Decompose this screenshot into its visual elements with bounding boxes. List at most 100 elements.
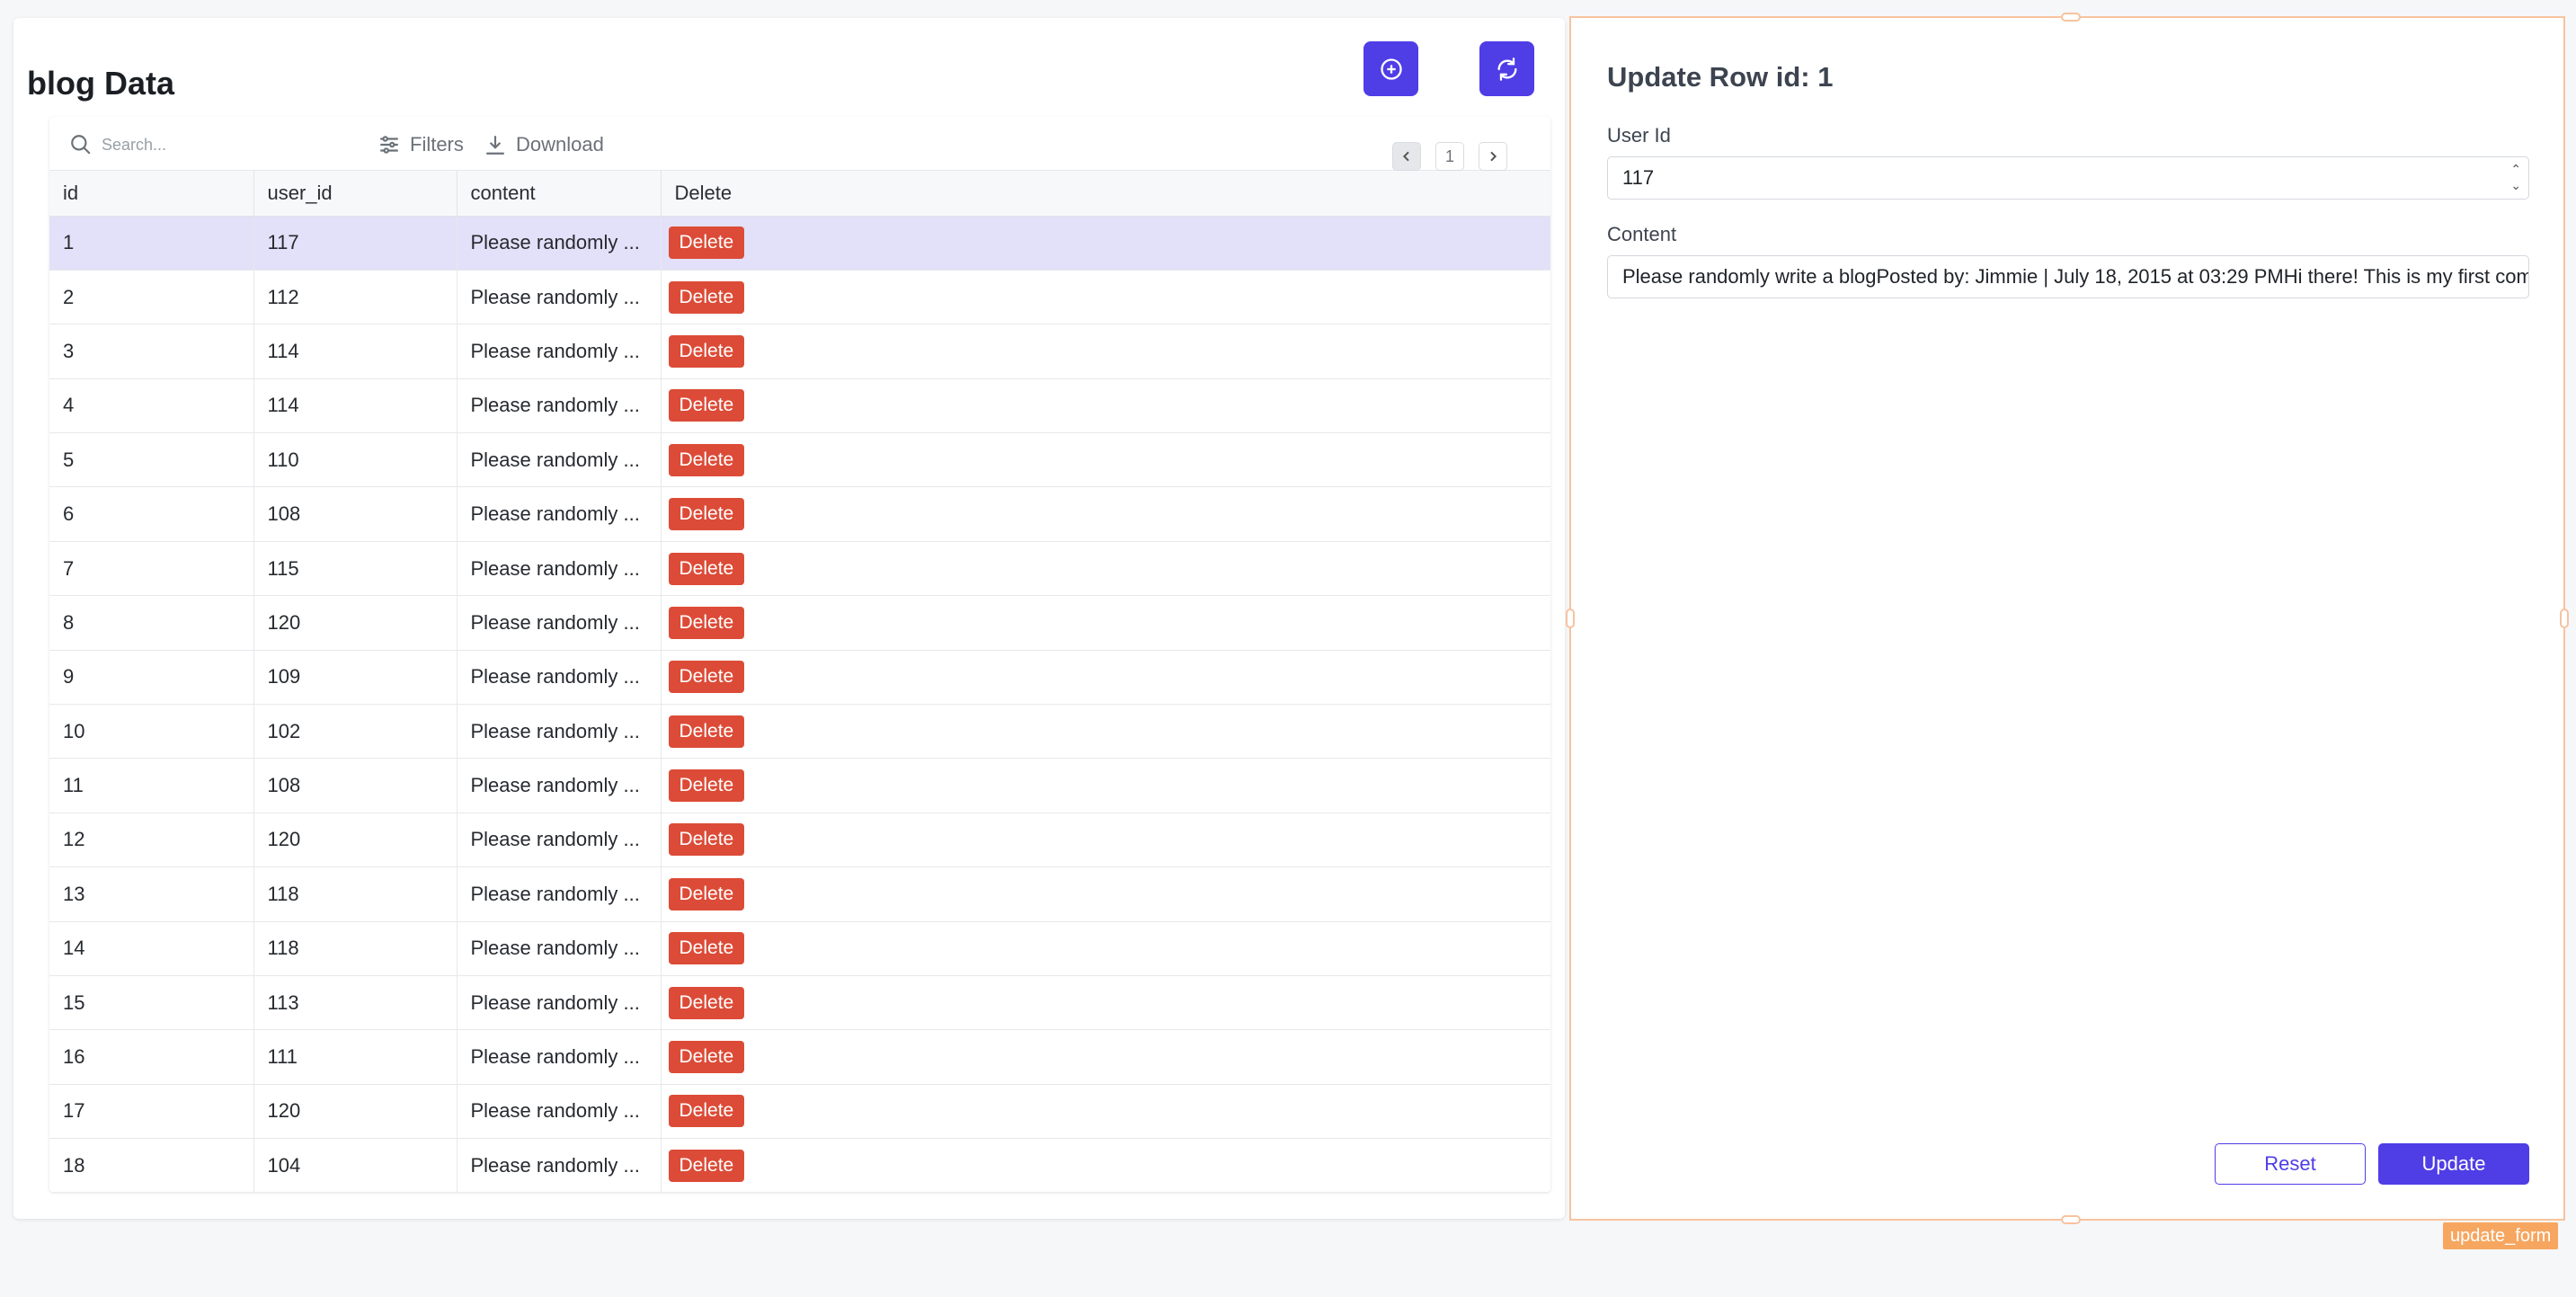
table-row[interactable]: 17 120 Please randomly ... Delete <box>49 1084 1550 1140</box>
cell-id[interactable]: 8 <box>49 595 254 651</box>
cell-user-id[interactable]: 118 <box>253 921 457 976</box>
cell-user-id[interactable]: 120 <box>253 813 457 868</box>
cell-id[interactable]: 5 <box>49 432 254 488</box>
content-field[interactable]: Please randomly write a blogPosted by: J… <box>1607 255 2529 298</box>
cell-id[interactable]: 14 <box>49 921 254 976</box>
cell-content[interactable]: Please randomly ... <box>457 975 662 1031</box>
table-row[interactable]: 15 113 Please randomly ... Delete <box>49 975 1550 1031</box>
table-row[interactable]: 9 109 Please randomly ... Delete <box>49 650 1550 706</box>
delete-button[interactable]: Delete <box>668 227 745 260</box>
delete-button[interactable]: Delete <box>668 769 745 803</box>
cell-id[interactable]: 11 <box>49 758 254 813</box>
table-row[interactable]: 8 120 Please randomly ... Delete <box>49 595 1550 651</box>
table-row[interactable]: 2 112 Please randomly ... Delete <box>49 270 1550 325</box>
cell-user-id[interactable]: 120 <box>253 1084 457 1140</box>
cell-content[interactable]: Please randomly ... <box>457 813 662 868</box>
cell-id[interactable]: 12 <box>49 813 254 868</box>
cell-content[interactable]: Please randomly ... <box>457 432 662 488</box>
cell-user-id[interactable]: 112 <box>253 270 457 325</box>
search-input[interactable] <box>102 135 335 155</box>
cell-content[interactable]: Please randomly ... <box>457 270 662 325</box>
cell-content[interactable]: Please randomly ... <box>457 378 662 434</box>
cell-content[interactable]: Please randomly ... <box>457 758 662 813</box>
reset-button[interactable]: Reset <box>2215 1143 2366 1185</box>
cell-content[interactable]: Please randomly ... <box>457 324 662 379</box>
cell-content[interactable]: Please randomly ... <box>457 921 662 976</box>
download-button[interactable]: Download <box>484 131 604 158</box>
cell-content[interactable]: Please randomly ... <box>457 704 662 760</box>
cell-content[interactable]: Please randomly ... <box>457 1029 662 1085</box>
cell-user-id[interactable]: 108 <box>253 486 457 542</box>
resize-handle-bottom[interactable] <box>2061 1215 2081 1224</box>
cell-id[interactable]: 6 <box>49 486 254 542</box>
table-row[interactable]: 13 118 Please randomly ... Delete <box>49 866 1550 922</box>
column-header-delete[interactable]: Delete <box>661 171 1550 217</box>
delete-button[interactable]: Delete <box>668 932 745 965</box>
delete-button[interactable]: Delete <box>668 552 745 585</box>
column-header-id[interactable]: id <box>49 171 254 217</box>
cell-user-id[interactable]: 114 <box>253 378 457 434</box>
table-row[interactable]: 12 120 Please randomly ... Delete <box>49 813 1550 868</box>
table-row[interactable]: 16 111 Please randomly ... Delete <box>49 1029 1550 1085</box>
refresh-button[interactable] <box>1479 41 1534 96</box>
delete-button[interactable]: Delete <box>668 498 745 531</box>
number-stepper[interactable]: ⌃ ⌄ <box>2510 161 2521 193</box>
delete-button[interactable]: Delete <box>668 606 745 639</box>
delete-button[interactable]: Delete <box>668 823 745 857</box>
cell-content[interactable]: Please randomly ... <box>457 216 662 271</box>
cell-id[interactable]: 16 <box>49 1029 254 1085</box>
column-header-content[interactable]: content <box>457 171 662 217</box>
cell-user-id[interactable]: 114 <box>253 324 457 379</box>
cell-user-id[interactable]: 102 <box>253 704 457 760</box>
cell-user-id[interactable]: 120 <box>253 595 457 651</box>
table-row[interactable]: 3 114 Please randomly ... Delete <box>49 324 1550 379</box>
search-box[interactable] <box>69 131 339 158</box>
column-header-user-id[interactable]: user_id <box>253 171 457 217</box>
stepper-up-icon[interactable]: ⌃ <box>2510 161 2521 177</box>
cell-user-id[interactable]: 110 <box>253 432 457 488</box>
table-row[interactable]: 4 114 Please randomly ... Delete <box>49 378 1550 434</box>
delete-button[interactable]: Delete <box>668 877 745 911</box>
delete-button[interactable]: Delete <box>668 334 745 368</box>
delete-button[interactable]: Delete <box>668 443 745 476</box>
table-row[interactable]: 11 108 Please randomly ... Delete <box>49 758 1550 813</box>
cell-user-id[interactable]: 109 <box>253 650 457 706</box>
table-row[interactable]: 14 118 Please randomly ... Delete <box>49 921 1550 976</box>
resize-handle-right[interactable] <box>2560 609 2569 628</box>
cell-id[interactable]: 2 <box>49 270 254 325</box>
cell-content[interactable]: Please randomly ... <box>457 650 662 706</box>
cell-user-id[interactable]: 108 <box>253 758 457 813</box>
table-row[interactable]: 6 108 Please randomly ... Delete <box>49 486 1550 542</box>
cell-user-id[interactable]: 117 <box>253 216 457 271</box>
cell-content[interactable]: Please randomly ... <box>457 541 662 597</box>
update-button[interactable]: Update <box>2378 1143 2529 1185</box>
cell-user-id[interactable]: 104 <box>253 1138 457 1192</box>
prev-page-button[interactable] <box>1392 142 1421 171</box>
table-row[interactable]: 1 117 Please randomly ... Delete <box>49 216 1550 271</box>
delete-button[interactable]: Delete <box>668 389 745 422</box>
cell-id[interactable]: 7 <box>49 541 254 597</box>
cell-id[interactable]: 18 <box>49 1138 254 1192</box>
table-row[interactable]: 7 115 Please randomly ... Delete <box>49 541 1550 597</box>
cell-user-id[interactable]: 115 <box>253 541 457 597</box>
delete-button[interactable]: Delete <box>668 1041 745 1074</box>
cell-user-id[interactable]: 118 <box>253 866 457 922</box>
cell-id[interactable]: 13 <box>49 866 254 922</box>
next-page-button[interactable] <box>1479 142 1507 171</box>
delete-button[interactable]: Delete <box>668 986 745 1019</box>
resize-handle-top[interactable] <box>2061 13 2081 22</box>
cell-content[interactable]: Please randomly ... <box>457 1138 662 1192</box>
cell-id[interactable]: 10 <box>49 704 254 760</box>
user-id-field[interactable]: 117 ⌃ ⌄ <box>1607 156 2529 200</box>
page-number[interactable]: 1 <box>1435 142 1464 171</box>
table-row[interactable]: 10 102 Please randomly ... Delete <box>49 704 1550 760</box>
cell-id[interactable]: 9 <box>49 650 254 706</box>
add-row-button[interactable] <box>1364 41 1418 96</box>
cell-content[interactable]: Please randomly ... <box>457 486 662 542</box>
delete-button[interactable]: Delete <box>668 280 745 314</box>
delete-button[interactable]: Delete <box>668 661 745 694</box>
cell-id[interactable]: 15 <box>49 975 254 1031</box>
cell-id[interactable]: 4 <box>49 378 254 434</box>
delete-button[interactable]: Delete <box>668 1149 745 1182</box>
cell-id[interactable]: 1 <box>49 216 254 271</box>
